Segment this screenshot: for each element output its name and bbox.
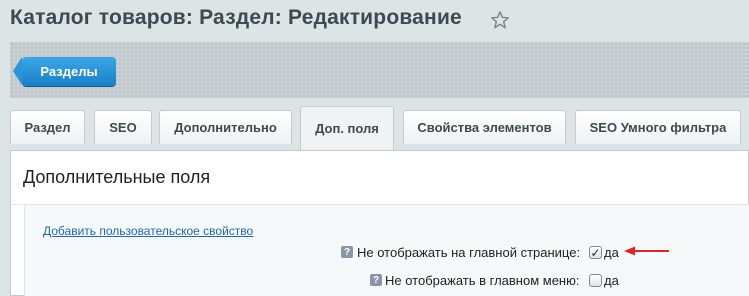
help-icon[interactable]: ?	[370, 274, 382, 286]
tab-section[interactable]: Раздел	[10, 110, 85, 144]
tab-extra-fields[interactable]: Доп. поля	[300, 106, 394, 150]
page-title: Каталог товаров: Раздел: Редактирование	[10, 6, 462, 29]
section-heading: Дополнительные поля	[23, 167, 211, 187]
back-to-sections-button[interactable]: Разделы	[13, 57, 116, 86]
annotation-arrow-icon	[624, 246, 669, 256]
add-user-property-link[interactable]: Добавить пользовательское свойство	[43, 224, 253, 238]
hide-on-main-page-checkbox[interactable]: ✓	[589, 246, 602, 259]
star-icon[interactable]	[489, 9, 511, 31]
tab-element-properties[interactable]: Свойства элементов	[403, 110, 566, 144]
checkbox-label[interactable]: да	[604, 245, 619, 260]
toolbar	[10, 42, 749, 98]
checkbox-label[interactable]: да	[604, 273, 619, 288]
field-label-hide-in-main-menu: Не отображать в главном меню:	[385, 273, 580, 288]
field-label-hide-on-main-page: Не отображать на главной странице:	[357, 245, 581, 260]
help-icon[interactable]: ?	[341, 246, 353, 258]
tab-smart-filter-seo[interactable]: SEO Умного фильтра	[575, 110, 741, 144]
hide-in-main-menu-checkbox[interactable]	[589, 274, 602, 287]
checkmark-icon: ✓	[590, 245, 601, 260]
tab-seo[interactable]: SEO	[94, 110, 152, 144]
tab-additional[interactable]: Дополнительно	[159, 110, 292, 144]
